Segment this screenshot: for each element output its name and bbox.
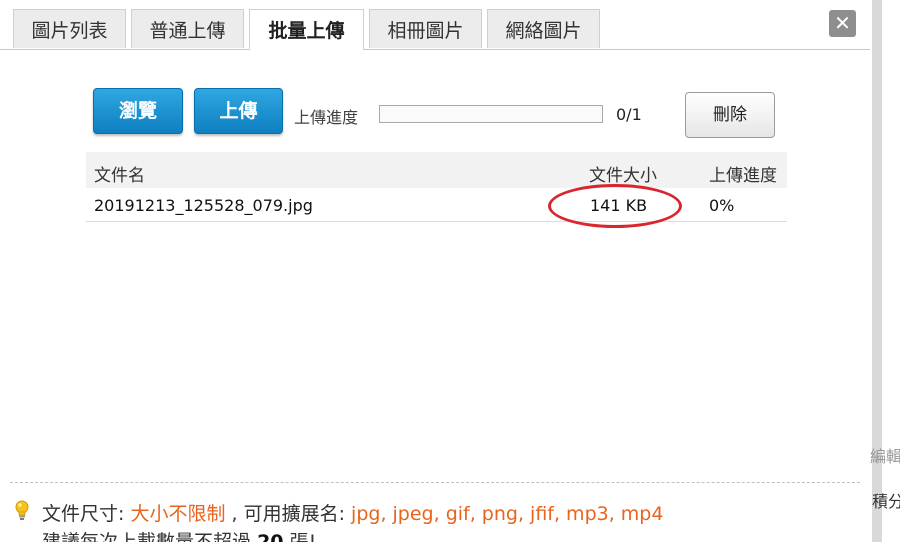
extensions-label: , 可用擴展名: xyxy=(231,503,345,525)
upload-tip: 建議每次上載數量不超過 20 張! xyxy=(42,527,316,542)
file-name-cell: 20191213_125528_079.jpg xyxy=(94,196,313,215)
browse-button[interactable]: 瀏覽 xyxy=(93,88,183,134)
footer-divider xyxy=(10,482,860,483)
tip-count: 20 xyxy=(257,531,284,542)
delete-button[interactable]: 刪除 xyxy=(685,92,775,138)
size-value: 大小不限制 xyxy=(130,503,226,525)
tab-web-images[interactable]: 網絡圖片 xyxy=(487,9,600,48)
upload-button[interactable]: 上傳 xyxy=(194,88,283,134)
tip-prefix: 建議每次上載數量不超過 xyxy=(42,531,252,542)
upload-progress-count: 0/1 xyxy=(616,105,642,124)
extensions-value: jpg, jpeg, gif, png, jfif, mp3, mp4 xyxy=(351,503,664,525)
column-header-filename: 文件名 xyxy=(94,166,145,186)
background-edit-text: 編輯 xyxy=(870,447,900,466)
file-limits-info: 文件尺寸: 大小不限制 , 可用擴展名: jpg, jpeg, gif, png… xyxy=(42,499,663,526)
upload-progress-bar xyxy=(379,105,603,123)
tab-album-images[interactable]: 相冊圖片 xyxy=(369,9,482,48)
tab-normal-upload[interactable]: 普通上傳 xyxy=(131,9,244,48)
background-points-text: 積分 xyxy=(872,492,900,511)
size-label: 文件尺寸: xyxy=(42,503,125,525)
close-button[interactable]: ✕ xyxy=(829,10,856,37)
file-table-header: 文件名 文件大小 上傳進度 xyxy=(86,152,787,188)
tab-bar: 圖片列表 普通上傳 批量上傳 相冊圖片 網絡圖片 xyxy=(0,0,870,50)
tab-batch-upload[interactable]: 批量上傳 xyxy=(249,9,364,50)
upload-progress-label: 上傳進度 xyxy=(294,108,359,127)
column-header-progress: 上傳進度 xyxy=(709,166,777,186)
column-header-filesize: 文件大小 xyxy=(589,166,657,186)
red-highlight-circle xyxy=(548,184,682,228)
file-progress-cell: 0% xyxy=(709,196,735,215)
tip-suffix: 張! xyxy=(289,531,317,542)
tab-image-list[interactable]: 圖片列表 xyxy=(13,9,126,48)
close-icon: ✕ xyxy=(834,11,851,35)
upload-dialog: 圖片列表 普通上傳 批量上傳 相冊圖片 網絡圖片 ✕ 瀏覽 上傳 上傳進度 0/… xyxy=(0,0,870,542)
lightbulb-icon xyxy=(15,500,29,520)
